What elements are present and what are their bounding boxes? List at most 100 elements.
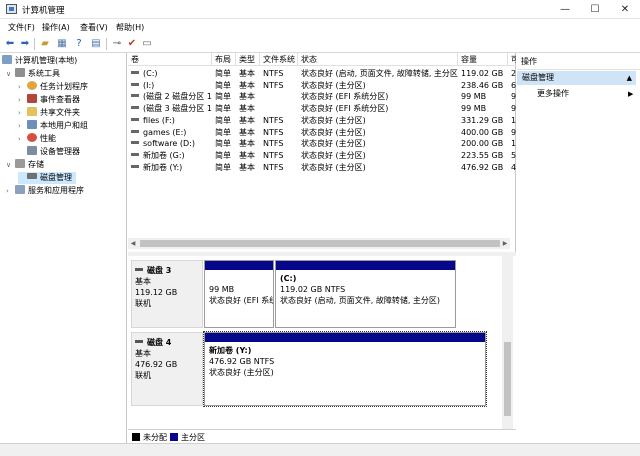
col-type[interactable]: 类型 — [236, 53, 260, 66]
disk-state: 联机 — [135, 371, 151, 380]
tree-root[interactable]: 计算机管理(本地) — [2, 55, 77, 67]
submenu-arrow-icon[interactable]: ▶ — [628, 88, 633, 100]
partition-y[interactable]: 新加卷 (Y:) 476.92 GB NTFS 状态良好 (主分区) — [203, 331, 487, 407]
partition-label: 新加卷 (Y:) — [209, 346, 252, 355]
horizontal-scrollbar[interactable]: ◀ ▶ — [128, 238, 510, 249]
tree-system-tools[interactable]: ∨ 系统工具 — [6, 68, 60, 80]
toolbar-divider — [34, 38, 35, 50]
scrollbar-thumb[interactable] — [504, 342, 511, 416]
table-row[interactable]: software (D:) 简单 基本 NTFS 状态良好 (主分区) 200.00 GB… — [128, 138, 516, 150]
cell-fs: NTFS — [263, 162, 284, 172]
window-title: 计算机管理 — [22, 6, 65, 16]
cell-status: 状态良好 (主分区) — [301, 150, 366, 160]
cell-status: 状态良好 (主分区) — [301, 127, 366, 137]
table-row[interactable]: (磁盘 3 磁盘分区 1) 简单 基本 状态良好 (EFI 系统分区) 99 MB 9 — [128, 103, 516, 115]
cell-volume: files (F:) — [128, 115, 212, 127]
tree-disk-management[interactable]: 磁盘管理 — [18, 172, 76, 184]
tree-task-scheduler[interactable]: › 任务计划程序 — [18, 81, 88, 93]
cell-fs: NTFS — [263, 115, 284, 125]
actions-title: 操作 — [517, 53, 640, 70]
cell-status: 状态良好 (EFI 系统分区) — [301, 92, 389, 102]
menu-file[interactable]: 文件(F) — [8, 22, 35, 33]
col-status[interactable]: 状态 — [298, 53, 458, 66]
col-volume[interactable]: 卷 — [128, 53, 212, 66]
cell-volume: 新加卷 (Y:) — [128, 162, 212, 174]
col-capacity[interactable]: 容量 — [458, 53, 508, 66]
connect-icon[interactable]: ⊸ — [111, 38, 123, 50]
collapse-chevron-icon[interactable]: ∨ — [6, 68, 15, 80]
cell-fs: NTFS — [263, 69, 284, 78]
col-filesystem[interactable]: 文件系统 — [260, 53, 298, 66]
table-row[interactable]: files (F:) 简单 基本 NTFS 状态良好 (主分区) 331.29 GB 1 — [128, 115, 516, 127]
back-arrow-icon[interactable]: ⬅ — [4, 38, 16, 50]
tree-performance[interactable]: › 性能 — [18, 133, 56, 145]
show-tree-icon[interactable]: ▦ — [56, 38, 68, 50]
collapse-arrow-icon[interactable]: ▲ — [627, 71, 632, 85]
cell-layout: 简单 — [215, 139, 231, 149]
forward-arrow-icon[interactable]: ➡ — [19, 38, 31, 50]
tree-services-apps[interactable]: › 服务和应用程序 — [6, 185, 84, 197]
expand-chevron-icon[interactable]: › — [18, 81, 27, 93]
cell-type: 基本 — [239, 69, 255, 78]
partition-c[interactable]: (C:) 119.02 GB NTFS 状态良好 (启动, 页面文件, 故障转储… — [275, 260, 456, 328]
cell-type: 基本 — [239, 162, 255, 172]
expand-chevron-icon[interactable]: › — [18, 120, 27, 132]
menu-action[interactable]: 操作(A) — [42, 22, 70, 33]
col-layout[interactable]: 布局 — [212, 53, 236, 66]
actions-section-disk-management[interactable]: 磁盘管理 ▲ — [517, 71, 636, 85]
minimize-button[interactable]: — — [550, 0, 580, 19]
scroll-left-icon[interactable]: ◀ — [128, 238, 138, 249]
disk-3-info[interactable]: 磁盘 3 基本 119.12 GB 联机 — [131, 260, 203, 328]
up-folder-icon[interactable]: ▰ — [39, 38, 51, 50]
expand-chevron-icon[interactable]: › — [18, 133, 27, 145]
partition-legend: 未分配 主分区 — [128, 429, 516, 443]
table-row[interactable]: (磁盘 2 磁盘分区 1) 简单 基本 状态良好 (EFI 系统分区) 99 MB 9 — [128, 91, 516, 103]
menu-view[interactable]: 查看(V) — [80, 22, 108, 33]
table-row[interactable]: (C:) 简单 基本 NTFS 状态良好 (启动, 页面文件, 故障转储, 主分区) 11… — [128, 68, 516, 80]
close-button[interactable]: ✕ — [610, 0, 640, 19]
partition-status: 状态良好 (启动, 页面文件, 故障转储, 主分区) — [280, 296, 441, 305]
scroll-right-icon[interactable]: ▶ — [500, 238, 510, 249]
check-icon[interactable]: ✔ — [126, 38, 138, 50]
cell-layout: 简单 — [215, 162, 231, 172]
actions-section-label: 磁盘管理 — [522, 73, 554, 82]
vertical-scrollbar[interactable] — [502, 256, 513, 430]
cell-volume: software (D:) — [128, 138, 212, 150]
help-icon[interactable]: ? — [73, 38, 85, 50]
disk-4-info[interactable]: 磁盘 4 基本 476.92 GB 联机 — [131, 332, 203, 406]
col-free[interactable]: 可 — [508, 53, 516, 66]
tree-shared-folders[interactable]: › 共享文件夹 — [18, 107, 80, 119]
scrollbar-thumb[interactable] — [140, 240, 500, 247]
menu-help[interactable]: 帮助(H) — [116, 22, 144, 33]
cell-volume: (磁盘 2 磁盘分区 1) — [128, 91, 212, 103]
collapse-chevron-icon[interactable]: ∨ — [6, 159, 15, 171]
cell-capacity: 99 MB — [461, 104, 487, 114]
cell-capacity: 400.00 GB — [461, 127, 504, 137]
more-actions-link[interactable]: 更多操作 — [537, 88, 569, 100]
cell-free: 1 — [511, 115, 516, 125]
cell-free: 4 — [511, 162, 516, 172]
partition-efi[interactable]: 99 MB 状态良好 (EFI 系统 — [204, 260, 274, 328]
table-row[interactable]: games (E:) 简单 基本 NTFS 状态良好 (主分区) 400.00 GB 9 — [128, 127, 516, 139]
cell-type: 基本 — [239, 92, 255, 102]
properties-icon[interactable]: ▤ — [90, 38, 102, 50]
shared-folder-icon — [27, 107, 37, 116]
table-row[interactable]: 新加卷 (Y:) 简单 基本 NTFS 状态良好 (主分区) 476.92 GB 4 — [128, 162, 516, 174]
maximize-button[interactable]: ☐ — [580, 0, 610, 19]
volume-list: 卷 布局 类型 文件系统 状态 容量 可 (C:) 简单 基本 NTFS 状态良好 (启… — [128, 53, 516, 252]
expand-chevron-icon[interactable]: › — [18, 107, 27, 119]
expand-chevron-icon[interactable]: › — [18, 94, 27, 106]
table-row[interactable]: 新加卷 (G:) 简单 基本 NTFS 状态良好 (主分区) 223.55 GB 5 — [128, 150, 516, 162]
tree-storage[interactable]: ∨ 存储 — [6, 159, 44, 171]
table-row[interactable]: (I:) 简单 基本 NTFS 状态良好 (主分区) 238.46 GB 6 — [128, 80, 516, 92]
expand-chevron-icon[interactable]: › — [6, 185, 15, 197]
computer-management-icon — [6, 4, 17, 14]
disk-kind: 基本 — [135, 277, 151, 286]
tree-event-viewer[interactable]: › 事件查看器 — [18, 94, 80, 106]
tree-local-users[interactable]: › 本地用户和组 — [18, 120, 88, 132]
volume-icon — [131, 117, 139, 121]
disk-icon — [135, 268, 143, 271]
tree-device-manager[interactable]: 设备管理器 — [27, 146, 80, 158]
tree-label: 系统工具 — [28, 69, 60, 78]
list-view-icon[interactable]: ▭ — [141, 38, 153, 50]
